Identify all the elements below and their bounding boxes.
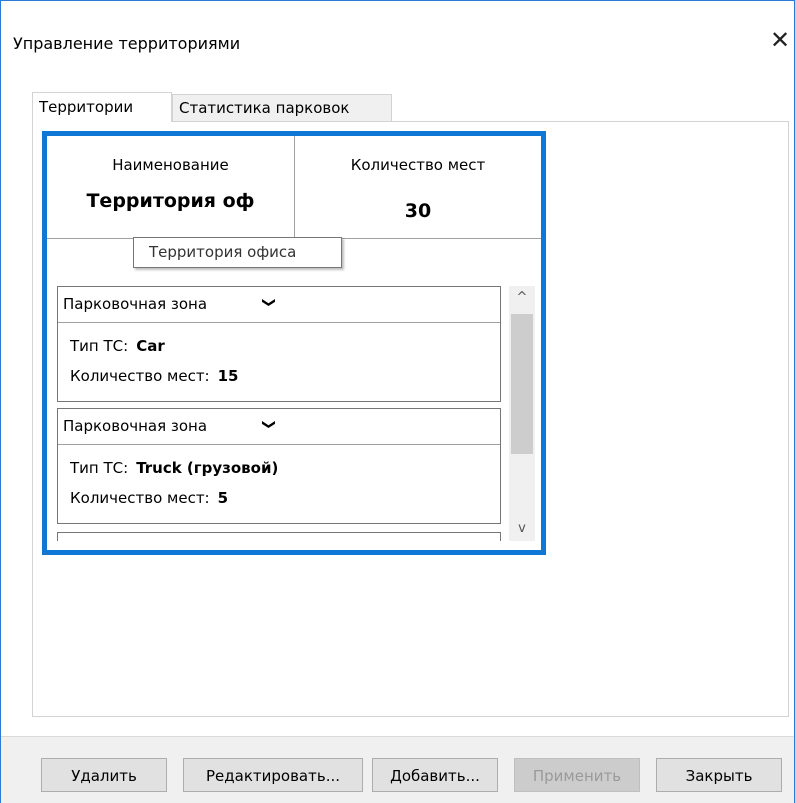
scroll-down-icon[interactable]: v <box>509 517 535 541</box>
close-icon[interactable]: ✕ <box>769 27 791 53</box>
territory-count: 30 <box>404 200 432 222</box>
chevron-down-icon[interactable]: ❯ <box>261 297 276 308</box>
zone-count-value: 15 <box>217 367 239 385</box>
zone-header[interactable]: Парковочная зона ❯ <box>58 409 500 445</box>
name-header: Наименование <box>112 156 229 174</box>
zone-type-label: Тип ТС: <box>70 337 129 355</box>
delete-button[interactable]: Удалить <box>41 758 167 792</box>
territory-name: Территория оф <box>86 190 255 212</box>
zone-title: Парковочная зона <box>63 295 208 313</box>
zone-type-value: Car <box>136 337 165 355</box>
zone-list[interactable]: Парковочная зона ❯ Тип ТС: Car Количество… <box>57 286 501 541</box>
territory-name-tooltip: Территория офиса <box>133 237 342 268</box>
scroll-up-icon[interactable]: ^ <box>509 286 535 310</box>
zone-type-row: Тип ТС: Truck (грузовой) <box>70 459 278 477</box>
close-button[interactable]: Закрыть <box>656 758 782 792</box>
zone-count-label: Количество мест: <box>70 367 210 385</box>
zone-count-label: Количество мест: <box>70 489 210 507</box>
zone-type-row: Тип ТС: Car <box>70 337 165 355</box>
zone-type-label: Тип ТС: <box>70 459 129 477</box>
zone-header[interactable]: Парковочная зона ❯ <box>58 287 500 323</box>
apply-button: Применить <box>514 758 640 792</box>
territory-card[interactable]: Наименование Территория оф Количество ме… <box>42 131 546 555</box>
count-column: Количество мест 30 <box>295 136 541 238</box>
chevron-down-icon[interactable]: ❯ <box>261 419 276 430</box>
zone-type-value: Truck (грузовой) <box>136 459 279 477</box>
zone-item[interactable]: Парковочная зона ❯ Тип ТС: Car Количество… <box>57 286 501 402</box>
zone-count-row: Количество мест: 15 <box>70 367 238 385</box>
zone-count-value: 5 <box>217 489 229 507</box>
count-header: Количество мест <box>350 156 486 174</box>
add-button[interactable]: Добавить... <box>372 758 498 792</box>
zone-item-partial[interactable] <box>57 532 501 541</box>
zone-list-scrollbar[interactable]: ^ v <box>509 286 535 541</box>
zone-title: Парковочная зона <box>63 417 208 435</box>
zone-item[interactable]: Парковочная зона ❯ Тип ТС: Truck (грузово… <box>57 408 501 524</box>
dialog-window: Управление территориями ✕ Территории Ста… <box>0 0 795 803</box>
window-title: Управление территориями <box>13 34 241 53</box>
tab-territories[interactable]: Территории <box>32 92 172 122</box>
name-column: Наименование Территория оф <box>47 136 295 238</box>
zone-count-row: Количество мест: 5 <box>70 489 228 507</box>
edit-button[interactable]: Редактировать... <box>183 758 363 792</box>
tab-parking-stats[interactable]: Статистика парковок <box>172 94 392 122</box>
scroll-thumb[interactable] <box>511 314 533 454</box>
